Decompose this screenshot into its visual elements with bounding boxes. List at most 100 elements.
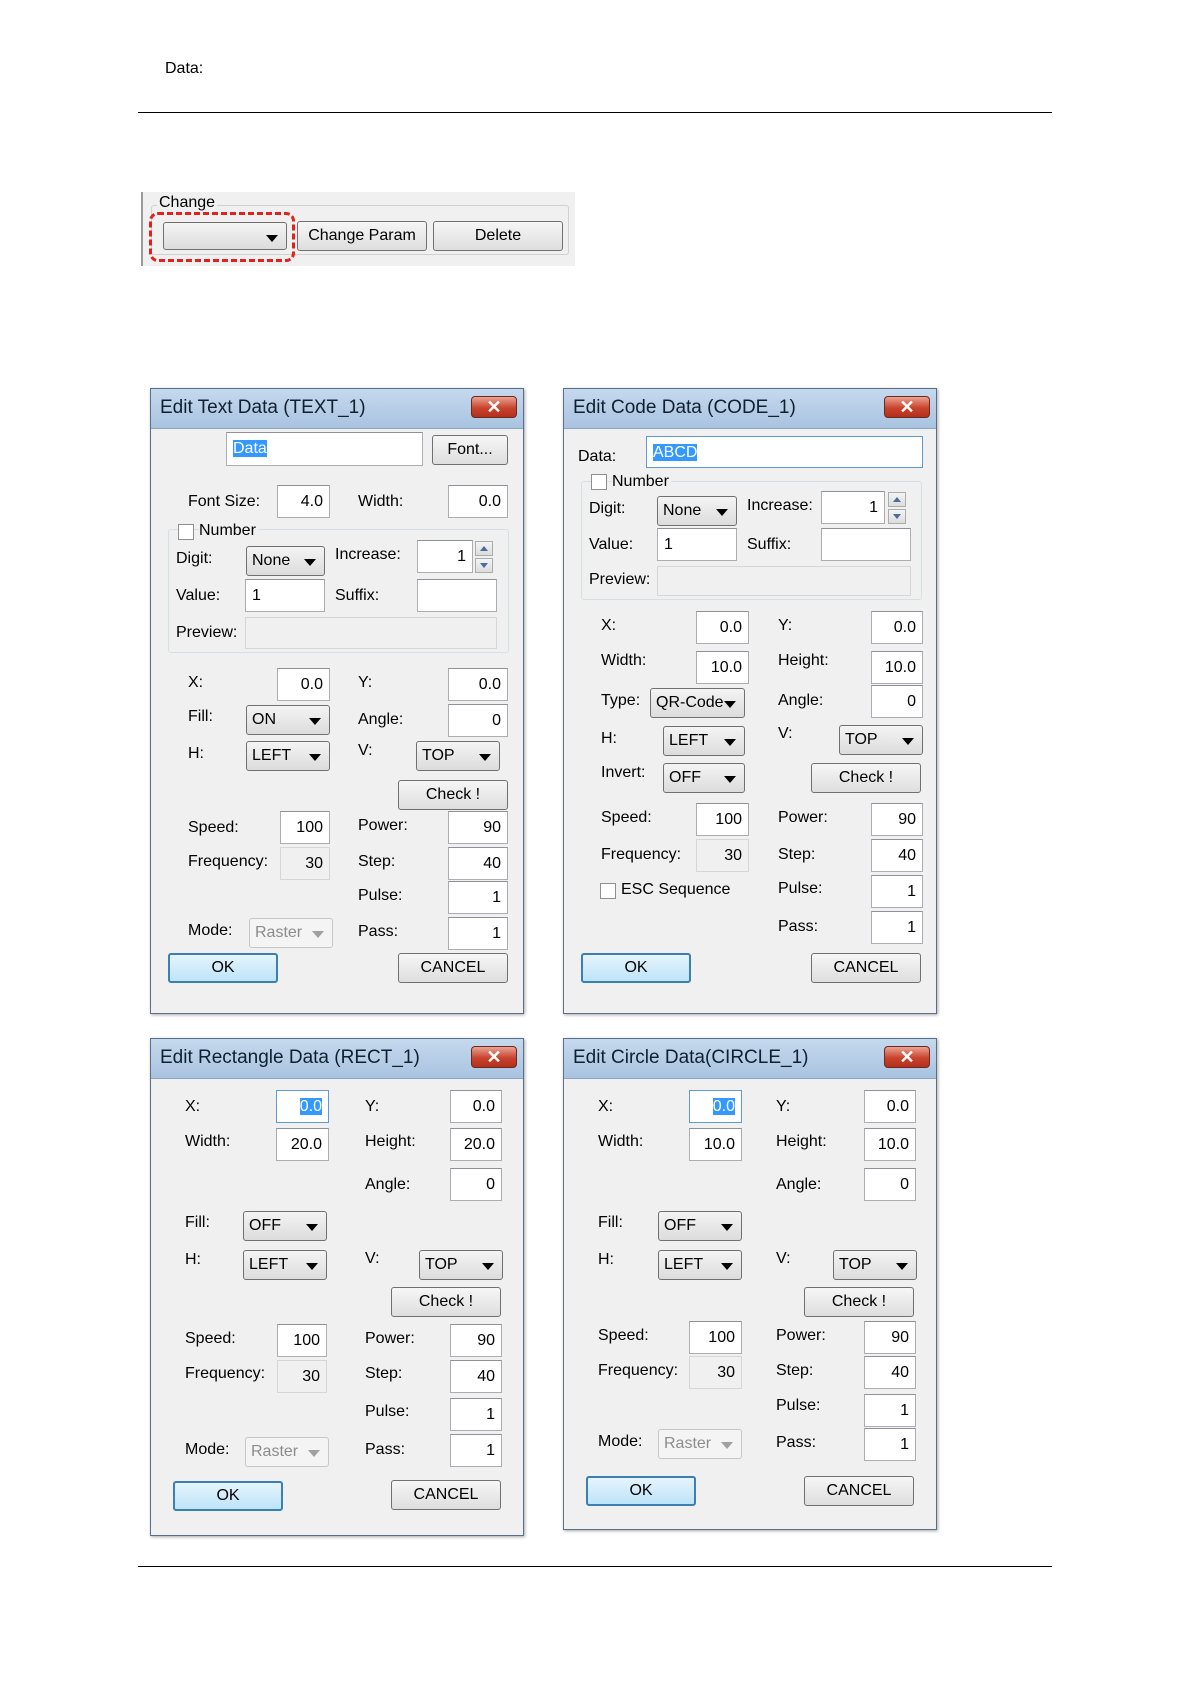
speed-input[interactable]: 100	[280, 811, 330, 844]
ok-button[interactable]: OK	[173, 1481, 283, 1511]
y-input[interactable]: 0.0	[450, 1090, 502, 1123]
height-input[interactable]: 20.0	[450, 1128, 502, 1161]
check-button[interactable]: Check !	[811, 763, 921, 793]
x-input[interactable]: 0.0	[276, 1090, 329, 1123]
x-input[interactable]: 0.0	[696, 611, 749, 644]
y-label: Y:	[358, 674, 373, 691]
power-input[interactable]: 90	[448, 811, 508, 844]
digit-dropdown[interactable]: None	[246, 546, 325, 576]
h-align-dropdown[interactable]: LEFT	[663, 726, 745, 756]
increase-spinner[interactable]	[888, 492, 906, 524]
invert-dropdown[interactable]: OFF	[663, 763, 745, 793]
power-input[interactable]: 90	[450, 1324, 502, 1357]
h-align-dropdown[interactable]: LEFT	[243, 1250, 327, 1280]
spin-down-icon[interactable]	[888, 509, 906, 524]
v-align-dropdown[interactable]: TOP	[416, 741, 500, 771]
ok-button[interactable]: OK	[581, 953, 691, 983]
pass-input[interactable]: 1	[450, 1434, 502, 1467]
angle-input[interactable]: 0	[450, 1168, 502, 1201]
increase-input[interactable]: 1	[821, 491, 885, 524]
y-input[interactable]: 0.0	[448, 668, 508, 701]
suffix-input[interactable]	[417, 579, 497, 612]
close-icon[interactable]: ✕	[884, 1046, 930, 1068]
speed-input[interactable]: 100	[277, 1324, 327, 1357]
y-input[interactable]: 0.0	[871, 611, 923, 644]
pass-input[interactable]: 1	[448, 917, 508, 950]
speed-input[interactable]: 100	[696, 803, 749, 836]
pass-input[interactable]: 1	[864, 1428, 916, 1461]
change-param-button[interactable]: Change Param	[297, 221, 427, 251]
font-button[interactable]: Font...	[432, 435, 508, 465]
fill-dropdown[interactable]: ON	[246, 705, 330, 735]
pulse-input[interactable]: 1	[448, 881, 508, 914]
data-input[interactable]: Data	[226, 432, 423, 466]
spin-up-icon[interactable]	[888, 492, 906, 507]
width-input[interactable]: 0.0	[448, 485, 508, 518]
step-input[interactable]: 40	[864, 1356, 916, 1389]
v-align-dropdown[interactable]: TOP	[419, 1250, 503, 1280]
number-checkbox[interactable]	[178, 524, 194, 540]
font-size-label: Font Size:	[188, 493, 261, 510]
power-input[interactable]: 90	[864, 1321, 916, 1354]
step-label: Step:	[778, 846, 816, 863]
h-align-dropdown[interactable]: LEFT	[658, 1250, 742, 1280]
edit-code-dialog: Edit Code Data (CODE_1) ✕ Data: ABCD Num…	[563, 388, 937, 1014]
delete-button[interactable]: Delete	[433, 221, 563, 251]
y-input[interactable]: 0.0	[864, 1090, 916, 1123]
fill-dropdown[interactable]: OFF	[658, 1211, 742, 1241]
close-icon[interactable]: ✕	[471, 1046, 517, 1068]
increase-input[interactable]: 1	[417, 540, 473, 573]
v-label: V:	[776, 1250, 791, 1267]
preview-label: Preview:	[589, 571, 651, 588]
speed-input[interactable]: 100	[689, 1321, 742, 1354]
step-input[interactable]: 40	[871, 839, 923, 872]
check-button[interactable]: Check !	[398, 780, 508, 810]
frequency-label: Frequency:	[188, 853, 269, 870]
value-input[interactable]: 1	[657, 528, 737, 561]
cancel-button[interactable]: CANCEL	[804, 1476, 914, 1506]
h-align-dropdown[interactable]: LEFT	[246, 741, 330, 771]
close-icon[interactable]: ✕	[471, 396, 517, 418]
ok-button[interactable]: OK	[168, 953, 278, 983]
check-button[interactable]: Check !	[804, 1287, 914, 1317]
increase-spinner[interactable]	[475, 541, 493, 573]
step-input[interactable]: 40	[448, 847, 508, 880]
width-input[interactable]: 10.0	[696, 651, 749, 684]
step-input[interactable]: 40	[450, 1360, 502, 1393]
ok-button[interactable]: OK	[586, 1476, 696, 1506]
spin-up-icon[interactable]	[475, 541, 493, 556]
width-input[interactable]: 10.0	[689, 1128, 742, 1161]
digit-dropdown[interactable]: None	[657, 496, 737, 526]
v-align-dropdown[interactable]: TOP	[833, 1250, 917, 1280]
power-input[interactable]: 90	[871, 803, 923, 836]
height-input[interactable]: 10.0	[871, 651, 923, 684]
pulse-input[interactable]: 1	[450, 1398, 502, 1431]
v-align-dropdown[interactable]: TOP	[839, 725, 923, 755]
angle-input[interactable]: 0	[864, 1168, 916, 1201]
pulse-input[interactable]: 1	[864, 1394, 916, 1427]
fill-dropdown[interactable]: OFF	[243, 1211, 327, 1241]
angle-input[interactable]: 0	[871, 685, 923, 718]
type-dropdown[interactable]: QR-Code	[650, 688, 745, 718]
value-input[interactable]: 1	[245, 579, 325, 612]
spin-down-icon[interactable]	[475, 558, 493, 573]
font-size-input[interactable]: 4.0	[277, 485, 330, 518]
cancel-button[interactable]: CANCEL	[811, 953, 921, 983]
pass-input[interactable]: 1	[871, 911, 923, 944]
cancel-button[interactable]: CANCEL	[391, 1480, 501, 1510]
height-input[interactable]: 10.0	[864, 1128, 916, 1161]
angle-input[interactable]: 0	[448, 704, 508, 737]
pulse-input[interactable]: 1	[871, 875, 923, 908]
suffix-input[interactable]	[821, 528, 911, 561]
x-input[interactable]: 0.0	[689, 1090, 742, 1123]
esc-sequence-checkbox[interactable]	[600, 883, 616, 899]
width-input[interactable]: 20.0	[276, 1128, 329, 1161]
angle-label: Angle:	[358, 711, 404, 728]
x-input[interactable]: 0.0	[277, 668, 330, 701]
number-checkbox[interactable]	[591, 474, 607, 490]
close-icon[interactable]: ✕	[884, 396, 930, 418]
cancel-button[interactable]: CANCEL	[398, 953, 508, 983]
check-button[interactable]: Check !	[391, 1287, 501, 1317]
data-input[interactable]: ABCD	[646, 436, 923, 468]
preview-field	[657, 566, 911, 596]
